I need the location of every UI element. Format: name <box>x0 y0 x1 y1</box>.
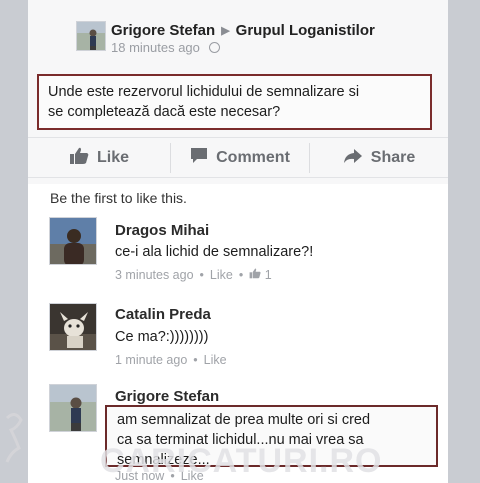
arrow-right-icon: ▶ <box>221 25 230 37</box>
post-card: Grigore Stefan ▶ Grupul Loganistilor 18 mi… <box>28 0 448 483</box>
watermark-text: CARICATURI.RO <box>100 442 383 480</box>
separator-dot: • <box>199 268 204 282</box>
comment-button[interactable]: Comment <box>171 138 309 178</box>
separator-dot: • <box>193 353 198 367</box>
first-like-text: Be the first to like this. <box>50 190 187 206</box>
comment-text: ce-i ala lichid de semnalizare?! <box>115 244 314 260</box>
comment-text-line: am semnalizat de prea multe ori si cred <box>117 412 371 428</box>
author-avatar[interactable] <box>76 21 106 51</box>
share-label: Share <box>370 149 416 166</box>
comment-time[interactable]: 3 minutes ago <box>115 268 194 282</box>
post-timestamp: 18 minutes ago <box>111 40 220 55</box>
share-arrow-icon <box>343 148 363 169</box>
comment-meta: 1 minute ago • Like <box>115 353 227 367</box>
post-author-line: Grigore Stefan ▶ Grupul Loganistilor <box>111 22 375 39</box>
post-action-bar: Like Comment Share <box>28 137 448 178</box>
comment-text: Ce ma?:)))))))) <box>115 329 209 345</box>
post-text-box: Unde este rezervorul lichidului de semna… <box>37 74 432 130</box>
comment-like-count[interactable]: 1 <box>265 268 272 282</box>
globe-icon <box>208 42 220 53</box>
like-label: Like <box>96 149 129 166</box>
commenter-avatar[interactable] <box>49 217 97 265</box>
comment-like-link[interactable]: Like <box>204 353 227 367</box>
like-button[interactable]: Like <box>28 138 170 178</box>
comment-like-link[interactable]: Like <box>210 268 233 282</box>
post-author-name[interactable]: Grigore Stefan <box>111 22 215 39</box>
thumbs-up-icon <box>69 147 89 170</box>
comment-meta: 3 minutes ago • Like • 1 <box>115 268 272 282</box>
comment-time[interactable]: 1 minute ago <box>115 353 187 367</box>
separator-dot: • <box>238 268 244 282</box>
watermark-figure <box>5 413 23 463</box>
post-text-line: Unde este rezervorul lichidului de semna… <box>48 84 360 100</box>
comment-icon <box>190 147 208 169</box>
comment-author[interactable]: Dragos Mihai <box>115 222 209 239</box>
post-group-name[interactable]: Grupul Loganistilor <box>236 22 375 39</box>
post-text-line: se completează dacă este necesar? <box>48 104 281 120</box>
post-time-text[interactable]: 18 minutes ago <box>111 40 200 55</box>
comment-author[interactable]: Catalin Preda <box>115 306 211 323</box>
commenter-avatar[interactable] <box>49 303 97 351</box>
thumbs-up-icon <box>249 268 261 282</box>
share-button[interactable]: Share <box>310 138 448 178</box>
comment-label: Comment <box>216 149 290 166</box>
commenter-avatar[interactable] <box>49 384 97 432</box>
comment-author[interactable]: Grigore Stefan <box>115 388 219 405</box>
